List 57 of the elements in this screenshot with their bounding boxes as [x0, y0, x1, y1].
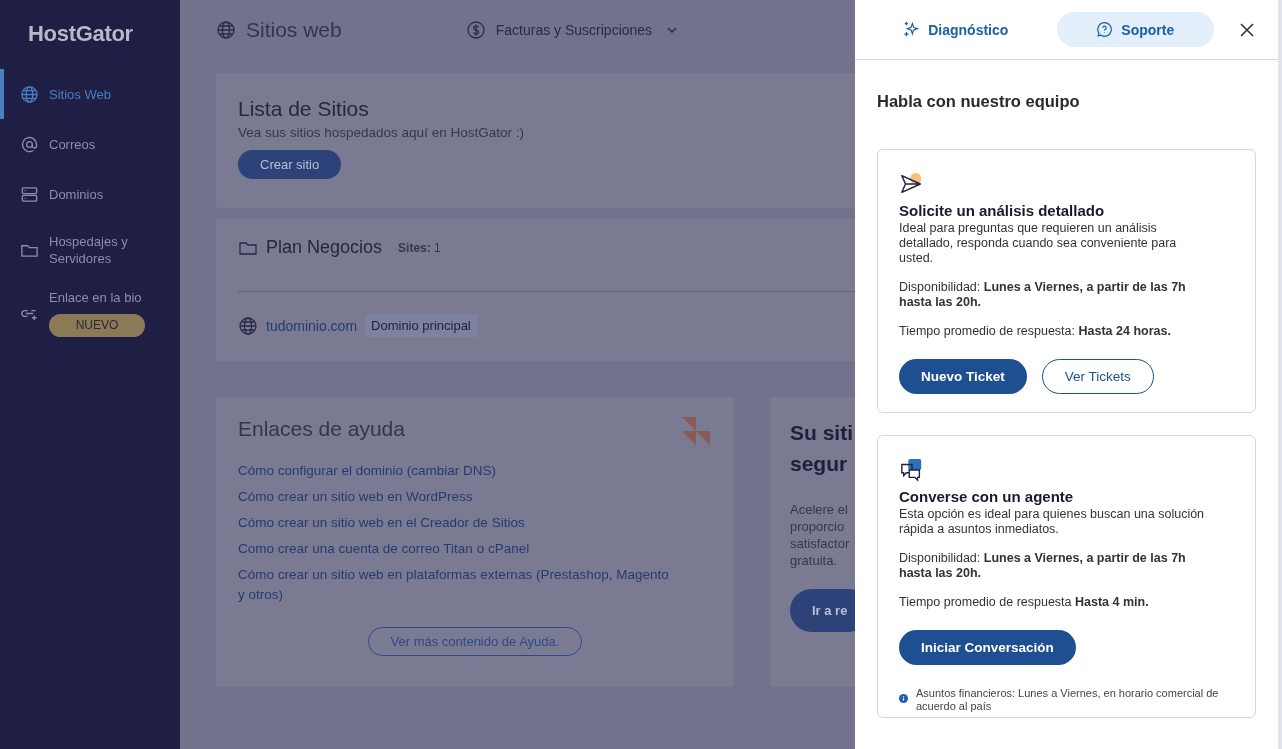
- option-title: Converse con un agente: [899, 488, 1075, 505]
- page-title: Sitios web: [246, 18, 342, 42]
- sidebar-label: Correos: [49, 135, 96, 153]
- info-icon: [899, 694, 908, 703]
- card-subtitle: Vea sus sitios hospedados aquí en HostGator :): [238, 125, 525, 140]
- new-badge: NUEVO: [49, 314, 145, 337]
- sidebar-item[interactable]: Enlace en la bio NUEVO: [0, 281, 180, 345]
- sidebar-item[interactable]: Correos: [0, 119, 180, 169]
- dollar-icon: [465, 20, 486, 40]
- panel-heading: Habla con nuestro equipo: [877, 92, 1081, 111]
- availability-text: Disponibilidad: Lunes a Viernes, a partir de las 7h hasta las 20h.: [899, 280, 1187, 310]
- help-link[interactable]: Cómo configurar el dominio (cambiar DNS): [238, 461, 678, 481]
- billing-menu[interactable]: Facturas y Suscripciones: [465, 20, 679, 40]
- promo-text: Acelere el proporcio satisfactor gratuita.: [790, 501, 851, 569]
- domain-link[interactable]: tudominio.com: [266, 317, 358, 334]
- help-link[interactable]: Como crear una cuenta de correo Titan o cPanel: [238, 539, 678, 559]
- panel-tab[interactable]: Diagnóstico: [877, 12, 1035, 47]
- logo: HostGator: [27, 20, 134, 48]
- close-icon: [1240, 22, 1254, 37]
- plan-name: Plan Negocios: [266, 237, 383, 258]
- help-link[interactable]: Cómo crear un sitio web en el Creador de Sitios: [238, 513, 678, 533]
- card-title: Lista de Sitios: [238, 97, 370, 121]
- primary-button[interactable]: Nuevo Ticket: [899, 359, 1027, 394]
- response-time-text: Tiempo promedio de respuesta Hasta 4 min.: [899, 595, 1150, 610]
- chevron-down-icon: [666, 24, 679, 36]
- domain-tag: Dominio principal: [365, 314, 477, 337]
- create-site-button[interactable]: Crear sitio: [238, 150, 342, 179]
- globe-icon: [20, 84, 39, 104]
- sidebar-label: Dominios: [49, 185, 104, 203]
- at-icon: [20, 134, 39, 154]
- globe-icon: [238, 315, 258, 336]
- promo-title: Su siti segur: [790, 420, 854, 477]
- sidebar-item[interactable]: Hospedajes y Servidores: [0, 219, 180, 281]
- promo-button[interactable]: Ir a re: [790, 589, 855, 632]
- card-title: Enlaces de ayuda: [238, 417, 405, 441]
- panel-tab[interactable]: Soporte: [1056, 12, 1214, 47]
- sidebar-label: Enlace en la bio: [49, 289, 143, 306]
- availability-text: Disponibilidad: Lunes a Viernes, a partir de las 7h hasta las 20h.: [899, 551, 1187, 581]
- sites-count: Sites: 1: [398, 240, 441, 255]
- option-title: Solicite un análisis detallado: [899, 202, 1106, 219]
- sidebar-item[interactable]: Sitios Web: [0, 69, 180, 119]
- info-note: Asuntos financieros: Lunes a Viernes, en horario comercial de acuerdo al país: [916, 687, 1220, 713]
- option-description: Esta opción es ideal para quienes buscan una solución rápida a asuntos inmediatos.: [899, 507, 1206, 537]
- sidebar-label: Hospedajes y Servidores: [49, 233, 129, 267]
- option-description: Ideal para preguntas que requieren un análisis detallado, responda cuando sea conveniente para usted.: [899, 221, 1178, 266]
- help-link[interactable]: Cómo crear un sitio web en WordPress: [238, 487, 678, 507]
- help-link[interactable]: Cómo crear un sitio web en plataformas externas (Prestashop, Magento y otros): [238, 565, 678, 605]
- triangles-icon: [682, 417, 712, 447]
- response-time-text: Tiempo promedio de respuesta: Hasta 24 horas.: [899, 324, 1172, 339]
- help-icon: [1096, 21, 1114, 38]
- sparkle-icon: [903, 21, 921, 38]
- sidebar-label: Sitios Web: [49, 85, 111, 103]
- primary-button[interactable]: Iniciar Conversación: [899, 630, 1076, 665]
- sidebar-item[interactable]: Dominios: [0, 169, 180, 219]
- globe-icon: [216, 20, 236, 40]
- server-icon: [20, 184, 39, 204]
- secondary-button[interactable]: Ver Tickets: [1041, 359, 1154, 394]
